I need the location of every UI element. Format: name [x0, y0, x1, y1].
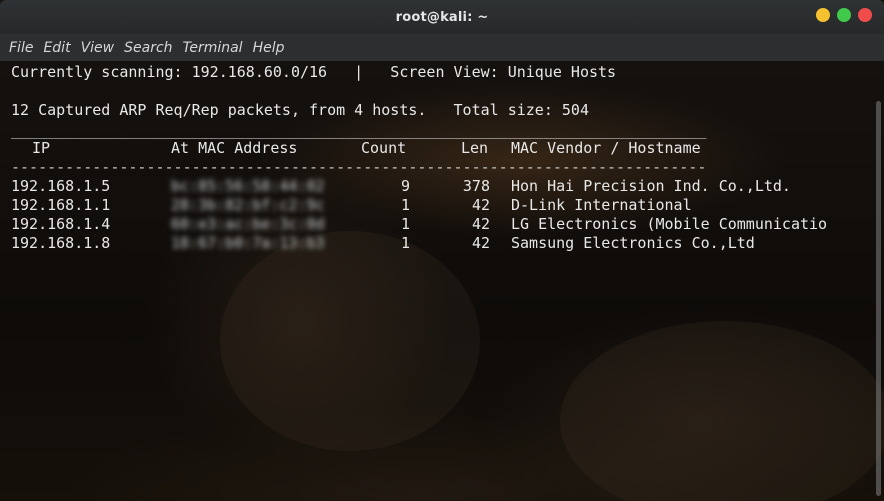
row-ip: 192.168.1.1	[11, 196, 111, 214]
row-ip: 192.168.1.4	[11, 215, 111, 233]
capture-summary-line: 12 Captured ARP Req/Rep packets, from 4 …	[11, 101, 589, 119]
header-mac: At MAC Address	[171, 139, 298, 157]
minimize-button[interactable]	[816, 8, 830, 22]
menu-search[interactable]: Search	[119, 40, 177, 56]
row-count: 1	[400, 196, 410, 214]
menu-edit[interactable]: Edit	[38, 40, 75, 56]
menu-file[interactable]: File	[4, 40, 38, 56]
row-mac: 18:67:b0:7a:13:b3	[171, 234, 325, 252]
row-ip: 192.168.1.5	[11, 177, 111, 195]
row-mac: bc:85:56:58:44:02	[171, 177, 325, 195]
close-button[interactable]	[858, 8, 872, 22]
row-ip: 192.168.1.8	[11, 234, 111, 252]
row-count: 1	[400, 215, 410, 233]
row-vendor: Samsung Electronics Co.,Ltd	[511, 234, 755, 252]
background-wallpaper	[220, 231, 480, 451]
scrollbar[interactable]	[876, 101, 881, 496]
terminal-window: root@kali: ~ File Edit View Search Termi…	[0, 0, 884, 501]
row-count: 9	[400, 177, 410, 195]
header-count: Count	[361, 139, 407, 157]
header-vendor: MAC Vendor / Hostname	[511, 139, 701, 157]
row-count: 1	[400, 234, 410, 252]
maximize-button[interactable]	[837, 8, 851, 22]
top-rule: ________________________________________…	[11, 121, 707, 139]
row-mac: 60:e3:ac:be:3c:0d	[171, 215, 325, 233]
scan-status-line: Currently scanning: 192.168.60.0/16 | Sc…	[11, 63, 617, 81]
window-title: root@kali: ~	[395, 9, 489, 25]
row-len: 42	[471, 215, 490, 233]
terminal-output[interactable]: Currently scanning: 192.168.60.0/16 | Sc…	[0, 61, 884, 501]
menu-bar: File Edit View Search Terminal Help	[0, 34, 884, 61]
row-vendor: Hon Hai Precision Ind. Co.,Ltd.	[511, 177, 791, 195]
dash-rule: ----------------------------------------…	[11, 158, 707, 176]
menu-view[interactable]: View	[76, 40, 120, 56]
window-controls	[816, 8, 872, 22]
background-wallpaper-hill	[560, 321, 884, 501]
row-vendor: LG Electronics (Mobile Communicatio	[511, 215, 828, 233]
row-len: 378	[462, 177, 490, 195]
header-len: Len	[461, 139, 489, 157]
row-vendor: D-Link International	[511, 196, 692, 214]
menu-terminal[interactable]: Terminal	[178, 40, 248, 56]
menu-help[interactable]: Help	[248, 40, 290, 56]
header-ip: IP	[32, 139, 51, 157]
row-len: 42	[471, 234, 490, 252]
row-len: 42	[471, 196, 490, 214]
row-mac: 28:3b:82:bf:c2:9c	[171, 196, 325, 214]
title-bar[interactable]: root@kali: ~	[0, 0, 884, 35]
